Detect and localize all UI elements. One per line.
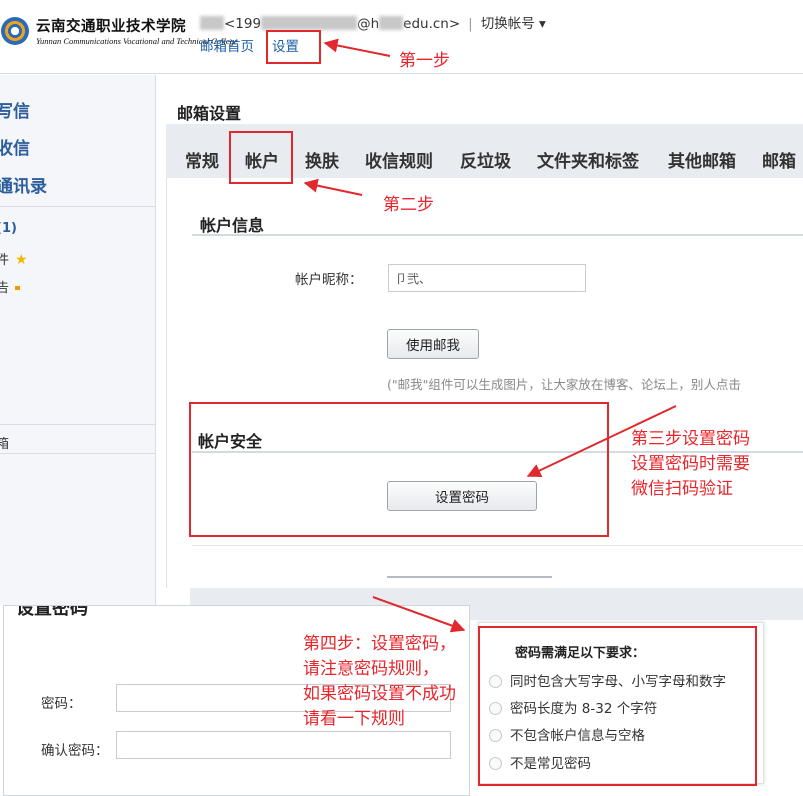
- nickname-label: 帐户昵称：: [295, 272, 363, 288]
- dialog-title: 设置密码: [16, 606, 88, 619]
- confirm-password-label: 确认密码：: [41, 743, 109, 759]
- speaker-icon: [15, 283, 24, 293]
- tab-other-mailbox[interactable]: 其他邮箱: [668, 147, 736, 172]
- sidebar-item-other-box[interactable]: 箱: [0, 433, 9, 452]
- tab-mailbox-more[interactable]: 邮箱: [762, 147, 796, 172]
- sidebar-item-compose[interactable]: 写信: [0, 97, 30, 122]
- school-logo[interactable]: 云南交通职业技术学院 Yunnan Communications Vocatio…: [0, 12, 238, 52]
- annotation-step2: 第二步: [383, 195, 434, 215]
- annotation-step3: 第三步设置密码 设置密码时需要 微信扫码验证: [631, 429, 750, 499]
- tab-anti-spam[interactable]: 反垃圾: [460, 147, 511, 172]
- mail-me-hint: ("邮我"组件可以生成图片，让大家放在博客、论坛上，别人点击: [387, 377, 741, 392]
- tab-folders-labels[interactable]: 文件夹和标签: [537, 147, 639, 172]
- highlight-rules: [478, 626, 757, 786]
- redacted-number: [261, 16, 358, 30]
- switch-account-link[interactable]: 切换帐号 ▾: [481, 16, 546, 32]
- sidebar-item-notice[interactable]: 告: [0, 277, 27, 296]
- left-sidebar: 写信 收信 通讯录 (1) 件★ 告 箱: [0, 75, 156, 605]
- highlight-account-tab: [229, 131, 293, 184]
- password-label: 密码：: [41, 696, 82, 712]
- confirm-password-input[interactable]: [116, 731, 451, 759]
- sidebar-divider: [0, 453, 156, 454]
- section-divider: [192, 545, 803, 546]
- mail-home-link[interactable]: 邮箱首页: [200, 35, 254, 55]
- hidden-button-edge: [387, 576, 552, 578]
- annotation-step4: 第四步：设置密码， 请注意密码规则， 如果密码设置不成功 请看一下规则: [303, 634, 456, 729]
- highlight-security: [189, 402, 609, 537]
- star-icon: ★: [15, 252, 28, 268]
- redacted-domain: [379, 16, 404, 30]
- highlight-settings: [266, 30, 321, 64]
- sidebar-item-inbox[interactable]: 收信: [0, 134, 30, 159]
- use-mail-me-button[interactable]: 使用邮我: [387, 329, 479, 359]
- page-title: 邮箱设置: [177, 104, 242, 123]
- account-address: <199 @h edu.cn> | 切换帐号 ▾: [200, 12, 546, 32]
- annotation-step1: 第一步: [399, 51, 450, 71]
- nickname-input[interactable]: [388, 264, 586, 292]
- tab-general[interactable]: 常规: [185, 147, 219, 172]
- school-emblem-icon: [1, 17, 29, 45]
- tab-skin[interactable]: 换肤: [305, 147, 339, 172]
- sidebar-item-unread[interactable]: (1): [0, 221, 17, 236]
- sidebar-divider: [0, 206, 156, 207]
- sidebar-item-contacts[interactable]: 通讯录: [0, 172, 47, 197]
- sidebar-divider: [0, 424, 156, 425]
- sidebar-item-starred[interactable]: 件 ★: [0, 249, 28, 268]
- tab-mail-rules[interactable]: 收信规则: [365, 147, 433, 172]
- logo-name-cn: 云南交通职业技术学院: [36, 18, 186, 35]
- section-rule: [192, 234, 803, 236]
- account-info-title: 帐户信息: [200, 216, 265, 235]
- redacted-name: [200, 16, 224, 30]
